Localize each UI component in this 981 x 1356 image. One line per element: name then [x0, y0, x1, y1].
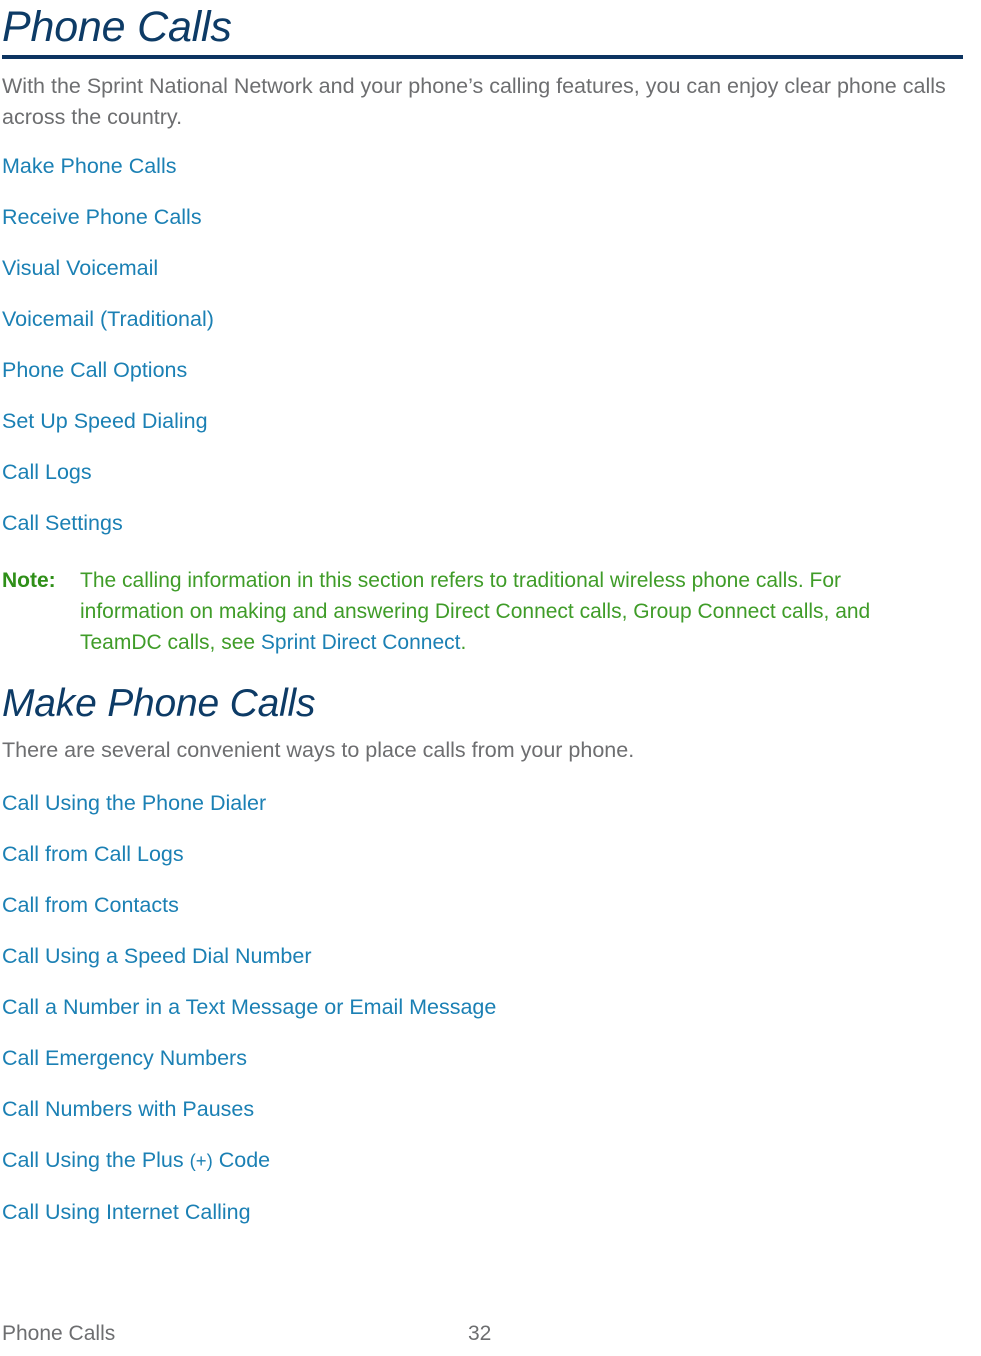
section-link-call-using-the-phone-dialer[interactable]: Call Using the Phone Dialer: [2, 791, 266, 815]
note-label: Note:: [2, 569, 56, 592]
section-heading-make-phone-calls: Make Phone Calls: [2, 682, 316, 725]
list-item: Call Using a Speed Dial Number: [2, 944, 964, 968]
list-item: Set Up Speed Dialing: [2, 409, 964, 433]
footer-section-name: Phone Calls: [2, 1322, 116, 1345]
page-title: Phone Calls: [2, 3, 232, 51]
toc-link-call-logs[interactable]: Call Logs: [2, 460, 92, 484]
section-link-call-from-call-logs[interactable]: Call from Call Logs: [2, 842, 184, 866]
note-body: The calling information in this section …: [80, 565, 947, 658]
list-item: Call Numbers with Pauses: [2, 1097, 964, 1121]
section-link-call-numbers-with-pauses[interactable]: Call Numbers with Pauses: [2, 1097, 254, 1121]
list-item: Call Logs: [2, 460, 964, 484]
intro-paragraph: With the Sprint National Network and you…: [2, 74, 946, 129]
list-item: Call Using Internet Calling: [2, 1200, 964, 1224]
section-lead-paragraph: There are several convenient ways to pla…: [2, 738, 635, 762]
toc-link-call-settings[interactable]: Call Settings: [2, 511, 123, 535]
section-link-call-a-number-in-a-text-message-or-email-message[interactable]: Call a Number in a Text Message or Email…: [2, 995, 496, 1019]
list-item: Phone Call Options: [2, 358, 964, 382]
section-link-call-using-internet-calling[interactable]: Call Using Internet Calling: [2, 1200, 251, 1224]
toc-link-set-up-speed-dialing[interactable]: Set Up Speed Dialing: [2, 409, 208, 433]
section-links-list: Call Using the Phone Dialer Call from Ca…: [2, 791, 964, 1224]
plus-code-label-tail: Code: [212, 1148, 271, 1172]
list-item: Call Settings: [2, 511, 964, 535]
list-item: Call from Call Logs: [2, 842, 964, 866]
toc-link-receive-phone-calls[interactable]: Receive Phone Calls: [2, 205, 202, 229]
list-item: Visual Voicemail: [2, 256, 964, 280]
section-link-call-emergency-numbers[interactable]: Call Emergency Numbers: [2, 1046, 247, 1070]
note-link-sprint-direct-connect[interactable]: Sprint Direct Connect: [261, 631, 461, 654]
title-divider: [2, 55, 963, 59]
list-item: Call a Number in a Text Message or Email…: [2, 995, 964, 1019]
page-content: Phone Calls With the Sprint National Net…: [2, 0, 964, 1224]
note-block: Note: The calling information in this se…: [2, 565, 947, 658]
list-item: Receive Phone Calls: [2, 205, 964, 229]
section-link-call-using-a-speed-dial-number[interactable]: Call Using a Speed Dial Number: [2, 944, 312, 968]
list-item: Make Phone Calls: [2, 154, 964, 178]
toc-link-phone-call-options[interactable]: Phone Call Options: [2, 358, 187, 382]
list-item: Call Using the Plus (+) Code: [2, 1148, 964, 1173]
toc-link-voicemail-traditional[interactable]: Voicemail (Traditional): [2, 307, 214, 331]
section-link-call-using-the-plus-code[interactable]: Call Using the Plus (+) Code: [2, 1148, 270, 1173]
list-item: Voicemail (Traditional): [2, 307, 964, 331]
table-of-contents-list: Make Phone Calls Receive Phone Calls Vis…: [2, 154, 964, 535]
plus-code-symbol: (+): [189, 1150, 213, 1171]
toc-link-make-phone-calls[interactable]: Make Phone Calls: [2, 154, 176, 178]
page-footer: Phone Calls 32: [2, 1320, 964, 1348]
note-text-before-link: The calling information in this section …: [80, 569, 871, 654]
list-item: Call Using the Phone Dialer: [2, 791, 964, 815]
footer-page-number: 32: [468, 1322, 492, 1345]
document-page: Phone Calls With the Sprint National Net…: [0, 0, 981, 1356]
plus-code-label-head: Call Using the Plus: [2, 1148, 190, 1172]
section-link-call-from-contacts[interactable]: Call from Contacts: [2, 893, 179, 917]
list-item: Call Emergency Numbers: [2, 1046, 964, 1070]
note-text-after-link: .: [460, 631, 467, 654]
list-item: Call from Contacts: [2, 893, 964, 917]
toc-link-visual-voicemail[interactable]: Visual Voicemail: [2, 256, 158, 280]
